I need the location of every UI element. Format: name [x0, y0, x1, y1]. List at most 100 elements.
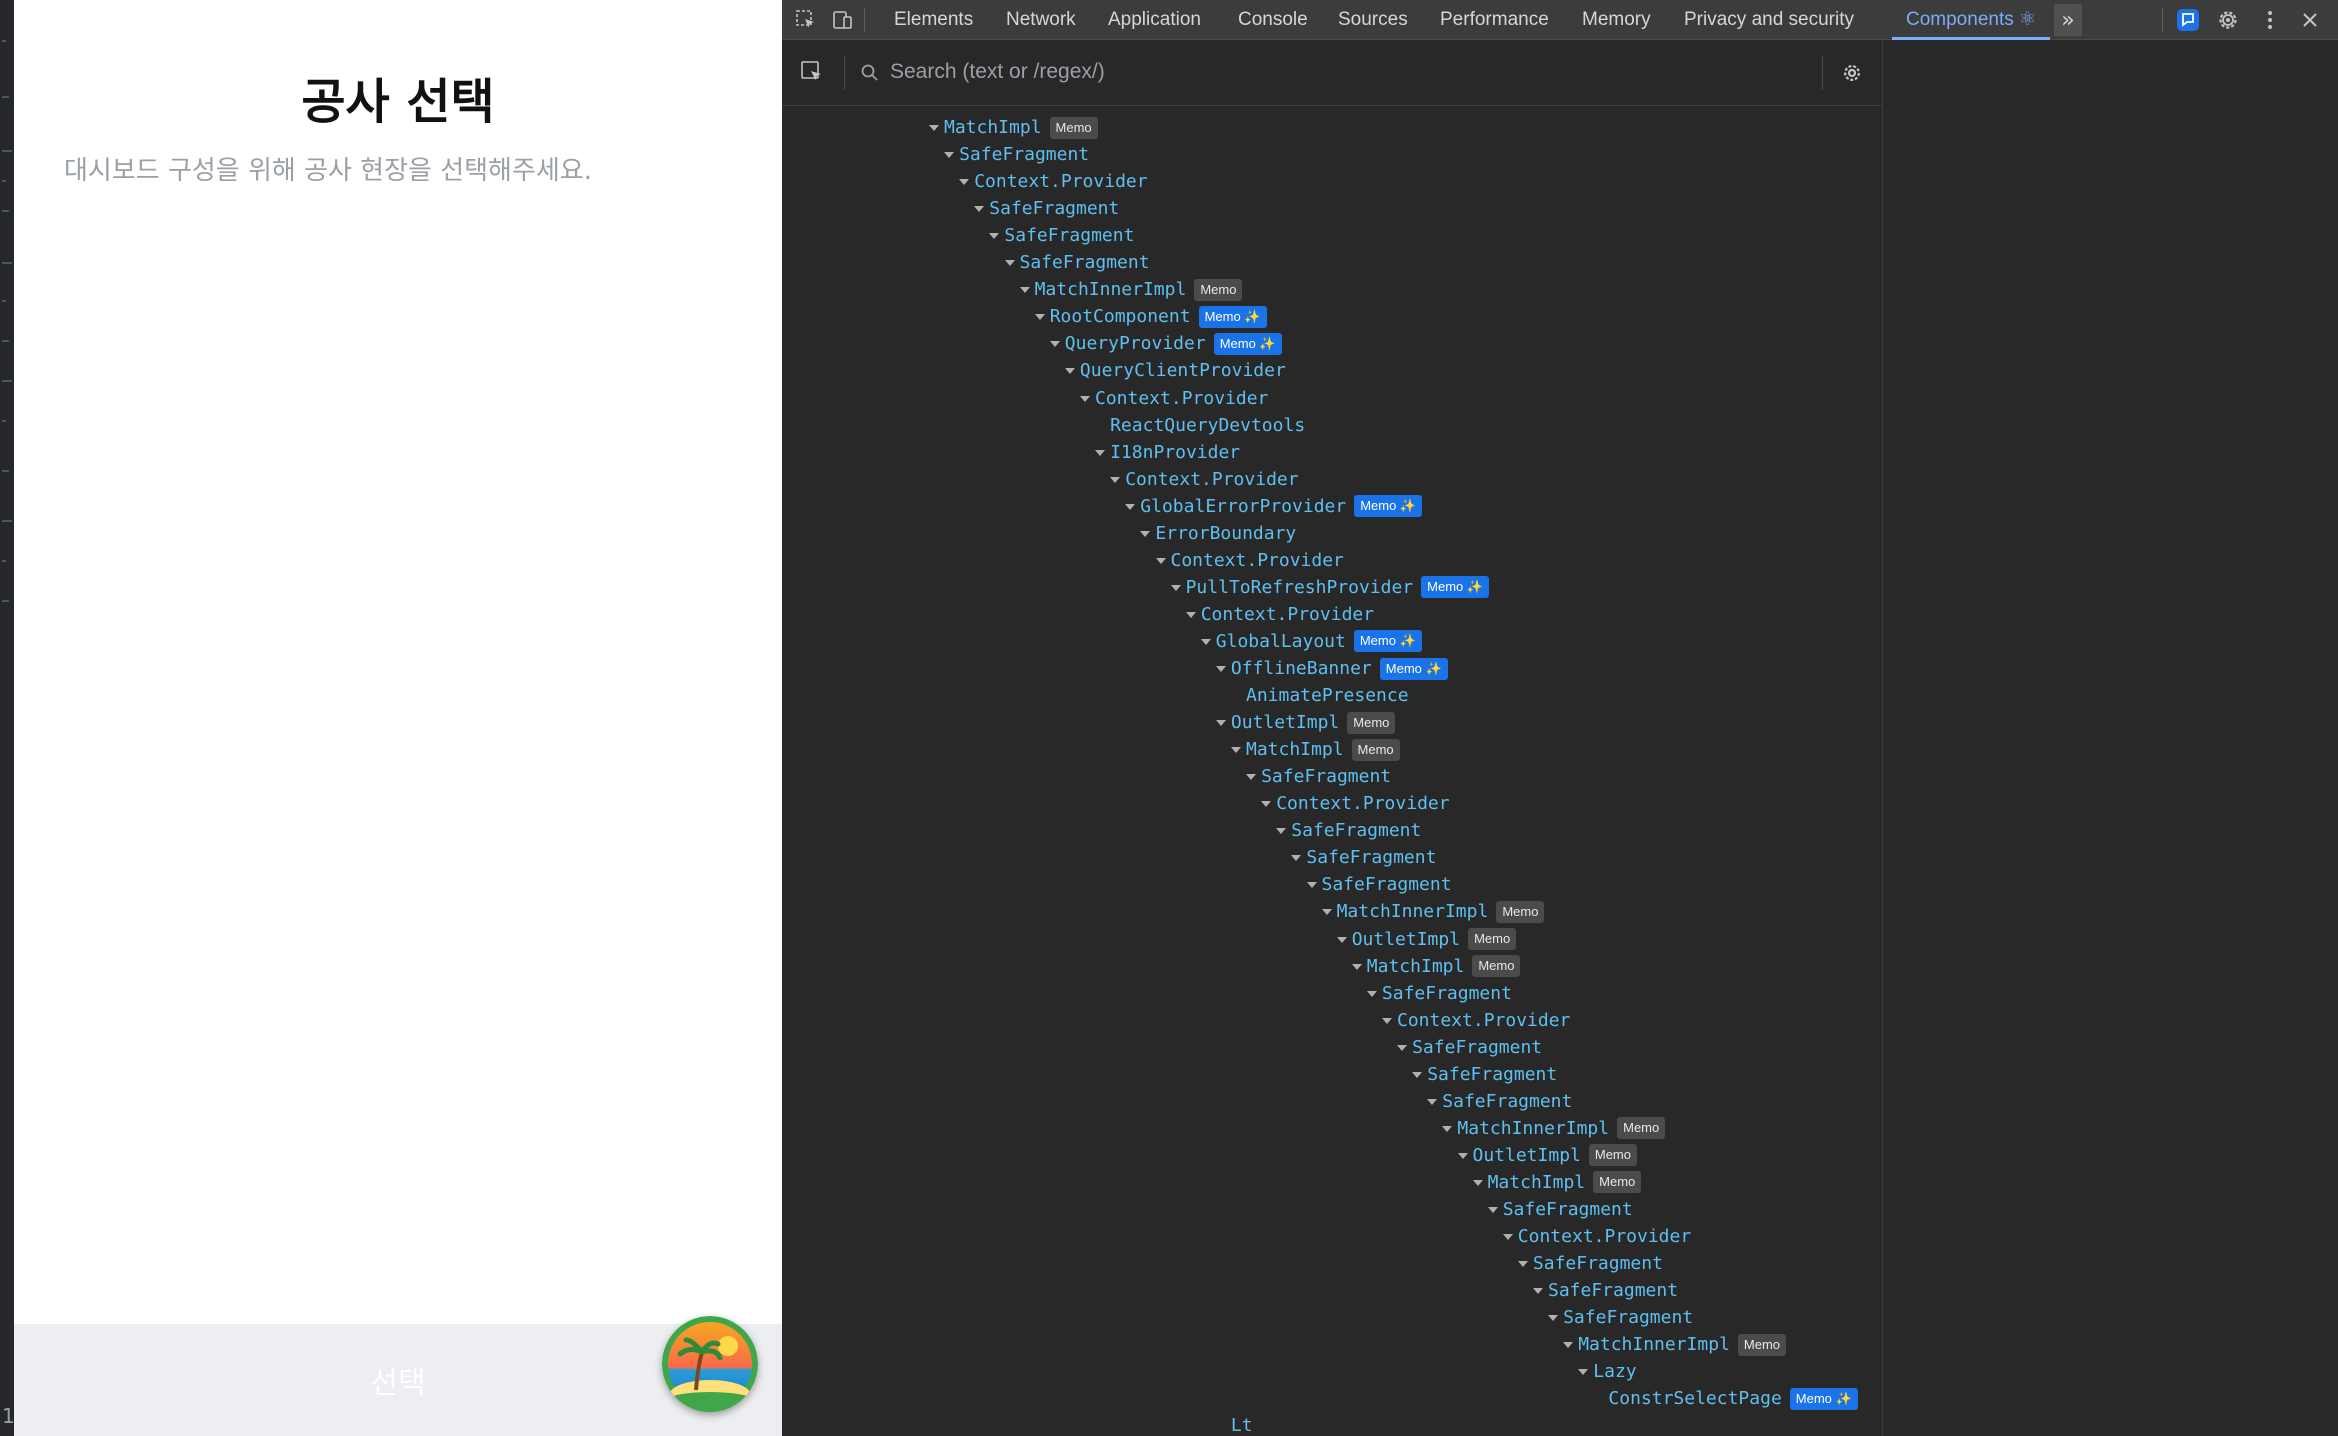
tree-row[interactable]: SafeFragment	[1547, 1304, 1693, 1331]
expand-arrow-icon[interactable]	[1064, 357, 1078, 384]
tab-network[interactable]: Network	[1006, 0, 1076, 40]
tree-row[interactable]: OutletImpl Memo	[1215, 709, 1396, 736]
tree-row[interactable]: MatchImpl Memo	[1230, 736, 1400, 763]
tree-row[interactable]: SafeFragment	[1487, 1196, 1633, 1223]
tab-console[interactable]: Console	[1238, 0, 1308, 40]
expand-arrow-icon[interactable]	[1396, 1034, 1410, 1061]
issues-icon[interactable]	[2174, 6, 2202, 34]
tree-row[interactable]: MatchImpl Memo	[1351, 953, 1521, 980]
tree-row[interactable]: OutletImpl Memo	[1457, 1142, 1637, 1169]
expand-arrow-icon[interactable]	[943, 141, 957, 168]
expand-arrow-icon[interactable]	[1547, 1304, 1561, 1331]
settings-gear-icon[interactable]	[2214, 6, 2242, 34]
tree-row[interactable]: MatchImpl Memo	[1472, 1169, 1642, 1196]
expand-arrow-icon[interactable]	[1306, 871, 1320, 898]
tab-components[interactable]: Components ⚛	[1892, 0, 2051, 40]
expand-arrow-icon[interactable]	[1472, 1169, 1486, 1196]
tree-row[interactable]: ReactQueryDevtools	[1094, 412, 1305, 439]
expand-arrow-icon[interactable]	[1079, 385, 1093, 412]
expand-arrow-icon[interactable]	[1487, 1196, 1501, 1223]
expand-arrow-icon[interactable]	[1411, 1061, 1425, 1088]
tree-row[interactable]: MatchInnerImpl Memo	[1441, 1115, 1666, 1142]
tab-privacy-security[interactable]: Privacy and security	[1684, 0, 1854, 40]
tree-row[interactable]: MatchImpl Memo	[928, 114, 1098, 141]
tree-row[interactable]: SafeFragment	[1306, 871, 1452, 898]
tree-row[interactable]: Context.Provider	[1185, 601, 1374, 628]
tree-row[interactable]: SafeFragment	[1396, 1034, 1542, 1061]
expand-arrow-icon[interactable]	[988, 222, 1002, 249]
inspect-element-icon[interactable]	[792, 6, 820, 34]
tree-row[interactable]: PullToRefreshProvider Memo ✨	[1170, 574, 1490, 601]
tree-row[interactable]: SafeFragment	[988, 222, 1134, 249]
tree-row[interactable]: SafeFragment	[1366, 980, 1512, 1007]
expand-arrow-icon[interactable]	[958, 168, 972, 195]
tree-row[interactable]: MatchInnerImpl Memo	[1562, 1331, 1787, 1358]
expand-arrow-icon[interactable]	[928, 114, 942, 141]
expand-arrow-icon[interactable]	[1215, 709, 1229, 736]
tree-row[interactable]: SafeFragment	[943, 141, 1089, 168]
tree-row[interactable]: Lt	[1215, 1412, 1253, 1436]
tab-performance[interactable]: Performance	[1440, 0, 1549, 40]
tree-row[interactable]: SafeFragment	[1245, 763, 1391, 790]
tree-row[interactable]: I18nProvider	[1094, 439, 1240, 466]
tree-row[interactable]: QueryClientProvider	[1064, 357, 1286, 384]
expand-arrow-icon[interactable]	[1004, 249, 1018, 276]
expand-arrow-icon[interactable]	[1215, 655, 1229, 682]
select-component-icon[interactable]	[798, 58, 826, 86]
expand-arrow-icon[interactable]	[1562, 1331, 1576, 1358]
tree-row[interactable]: OutletImpl Memo	[1336, 926, 1517, 953]
tree-row[interactable]: Context.Provider	[1260, 790, 1450, 817]
tree-row[interactable]: Context.Provider	[1079, 385, 1268, 412]
expand-arrow-icon[interactable]	[1245, 763, 1259, 790]
tree-row[interactable]: SafeFragment	[1004, 249, 1150, 276]
expand-arrow-icon[interactable]	[1155, 547, 1169, 574]
expand-arrow-icon[interactable]	[1124, 493, 1138, 520]
tree-row[interactable]: SafeFragment	[1411, 1061, 1557, 1088]
expand-arrow-icon[interactable]	[1260, 790, 1274, 817]
tree-row[interactable]: SafeFragment	[1426, 1088, 1572, 1115]
expand-arrow-icon[interactable]	[1275, 817, 1289, 844]
tree-row[interactable]: QueryProvider Memo ✨	[1049, 330, 1282, 357]
tree-row[interactable]: OfflineBanner Memo ✨	[1215, 655, 1448, 682]
expand-arrow-icon[interactable]	[1019, 276, 1033, 303]
expand-arrow-icon[interactable]	[973, 195, 987, 222]
expand-arrow-icon[interactable]	[1200, 628, 1214, 655]
tree-row[interactable]: Context.Provider	[1109, 466, 1299, 493]
tree-row[interactable]: RootComponent Memo ✨	[1034, 303, 1267, 330]
tree-row[interactable]: Lazy	[1577, 1358, 1637, 1385]
expand-arrow-icon[interactable]	[1366, 980, 1380, 1007]
tree-row[interactable]: GlobalErrorProvider Memo ✨	[1124, 493, 1423, 520]
expand-arrow-icon[interactable]	[1351, 953, 1365, 980]
tree-row[interactable]: MatchInnerImpl Memo	[1321, 898, 1545, 925]
tree-row[interactable]: MatchInnerImpl Memo	[1019, 276, 1243, 303]
beach-avatar-button[interactable]	[662, 1316, 758, 1412]
expand-arrow-icon[interactable]	[1290, 844, 1304, 871]
expand-arrow-icon[interactable]	[1034, 303, 1048, 330]
tree-row[interactable]: Context.Provider	[1381, 1007, 1570, 1034]
expand-arrow-icon[interactable]	[1049, 330, 1063, 357]
tree-row[interactable]: ConstrSelectPage Memo ✨	[1592, 1385, 1858, 1412]
expand-arrow-icon[interactable]	[1094, 439, 1108, 466]
expand-arrow-icon[interactable]	[1336, 926, 1350, 953]
tree-settings-gear-icon[interactable]	[1838, 59, 1866, 87]
expand-arrow-icon[interactable]	[1577, 1358, 1591, 1385]
tree-row[interactable]: ErrorBoundary	[1139, 520, 1296, 547]
tree-row[interactable]: Context.Provider	[958, 168, 1148, 195]
expand-arrow-icon[interactable]	[1185, 601, 1199, 628]
tab-memory[interactable]: Memory	[1582, 0, 1651, 40]
kebab-menu-icon[interactable]	[2256, 6, 2284, 34]
more-tabs-button[interactable]: »	[2054, 4, 2082, 36]
expand-arrow-icon[interactable]	[1170, 574, 1184, 601]
tree-row[interactable]: SafeFragment	[1532, 1277, 1678, 1304]
expand-arrow-icon[interactable]	[1321, 898, 1335, 925]
tree-row[interactable]: AnimatePresence	[1230, 682, 1409, 709]
expand-arrow-icon[interactable]	[1139, 520, 1153, 547]
tab-application[interactable]: Application	[1108, 0, 1201, 40]
tab-sources[interactable]: Sources	[1338, 0, 1408, 40]
tree-row[interactable]: SafeFragment	[1517, 1250, 1663, 1277]
expand-arrow-icon[interactable]	[1502, 1223, 1516, 1250]
expand-arrow-icon[interactable]	[1381, 1007, 1395, 1034]
expand-arrow-icon[interactable]	[1441, 1115, 1455, 1142]
close-icon[interactable]	[2296, 6, 2324, 34]
expand-arrow-icon[interactable]	[1230, 736, 1244, 763]
